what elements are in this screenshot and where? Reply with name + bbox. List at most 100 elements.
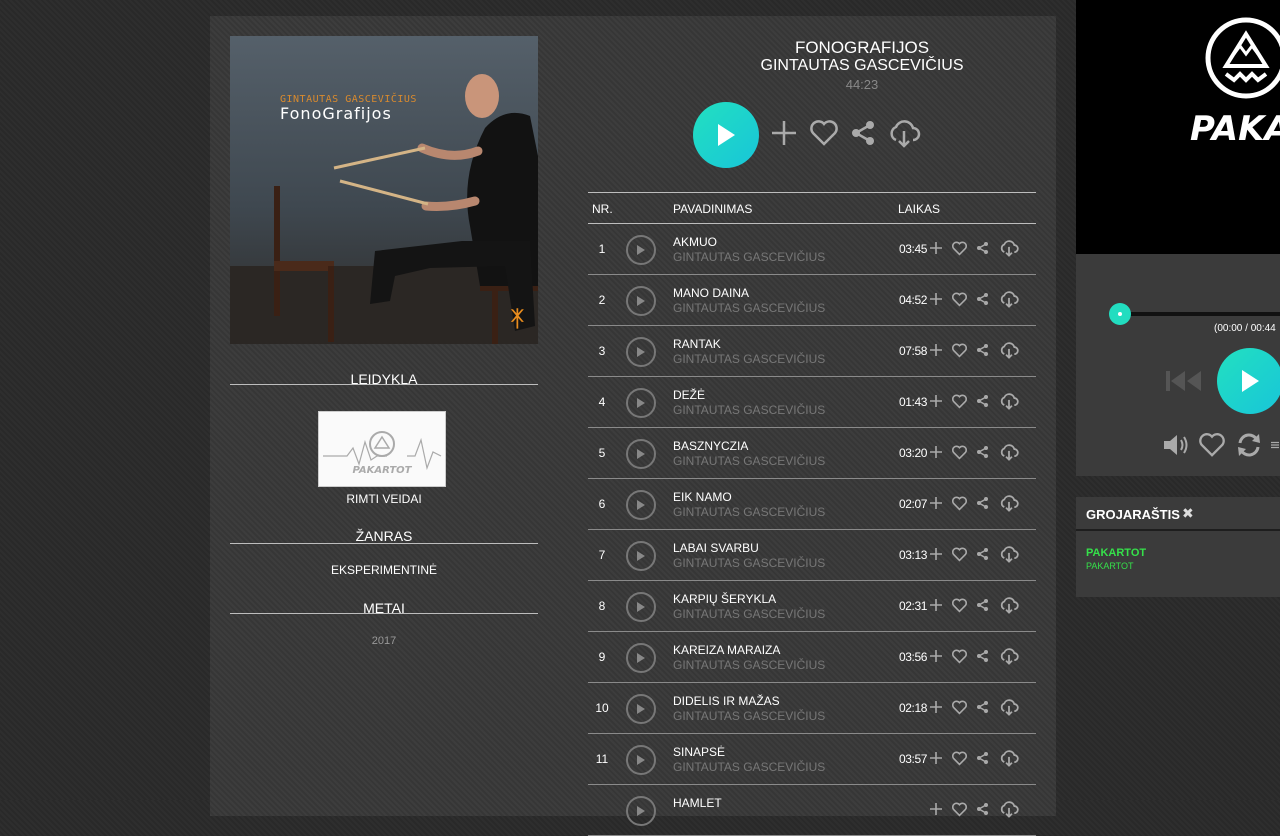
seek-handle[interactable]	[1109, 303, 1131, 325]
repeat-button[interactable]	[1234, 431, 1264, 459]
track-title[interactable]: DEŽĖ	[673, 388, 705, 402]
track-like-button[interactable]	[949, 493, 969, 513]
table-row[interactable]: 11 SINAPSĖ GINTAUTAS GASCEVIČIUS 03:57	[588, 734, 1036, 785]
track-play-button[interactable]	[626, 286, 656, 316]
playlist-item-title[interactable]: PAKARTOT	[1086, 547, 1146, 559]
track-artist[interactable]: GINTAUTAS GASCEVIČIUS	[673, 607, 825, 621]
track-add-button[interactable]	[926, 544, 946, 564]
track-artist[interactable]: GINTAUTAS GASCEVIČIUS	[673, 250, 825, 264]
album-add-button[interactable]	[767, 116, 801, 150]
table-row[interactable]: 4 DEŽĖ GINTAUTAS GASCEVIČIUS 01:43	[588, 377, 1036, 428]
track-like-button[interactable]	[949, 544, 969, 564]
track-play-button[interactable]	[626, 745, 656, 775]
track-play-button[interactable]	[626, 694, 656, 724]
track-share-button[interactable]	[973, 646, 993, 666]
track-artist[interactable]: GINTAUTAS GASCEVIČIUS	[673, 454, 825, 468]
track-download-button[interactable]	[999, 697, 1019, 717]
track-add-button[interactable]	[926, 748, 946, 768]
brand-logo[interactable]: PAKARTOT	[1076, 0, 1280, 254]
track-like-button[interactable]	[949, 799, 969, 819]
track-title[interactable]: EIK NAMO	[673, 490, 732, 504]
track-add-button[interactable]	[926, 340, 946, 360]
track-artist[interactable]: GINTAUTAS GASCEVIČIUS	[673, 352, 825, 366]
label-name[interactable]: RIMTI VEIDAI	[230, 492, 538, 506]
track-share-button[interactable]	[973, 544, 993, 564]
track-artist[interactable]: GINTAUTAS GASCEVIČIUS	[673, 709, 825, 723]
track-add-button[interactable]	[926, 799, 946, 819]
track-title[interactable]: DIDELIS IR MAŽAS	[673, 694, 780, 708]
track-title[interactable]: BASZNYCZIA	[673, 439, 748, 453]
table-row[interactable]: 2 MANO DAINA GINTAUTAS GASCEVIČIUS 04:52	[588, 275, 1036, 326]
player-like-button[interactable]	[1197, 431, 1227, 459]
track-add-button[interactable]	[926, 697, 946, 717]
track-artist[interactable]: GINTAUTAS GASCEVIČIUS	[673, 403, 825, 417]
track-download-button[interactable]	[999, 289, 1019, 309]
track-add-button[interactable]	[926, 238, 946, 258]
track-download-button[interactable]	[999, 748, 1019, 768]
track-share-button[interactable]	[973, 748, 993, 768]
track-add-button[interactable]	[926, 289, 946, 309]
track-like-button[interactable]	[949, 646, 969, 666]
track-play-button[interactable]	[626, 439, 656, 469]
track-play-button[interactable]	[626, 337, 656, 367]
player-play-button[interactable]	[1217, 348, 1280, 414]
track-share-button[interactable]	[973, 391, 993, 411]
track-play-button[interactable]	[626, 388, 656, 418]
album-play-button[interactable]	[693, 102, 759, 168]
volume-button[interactable]	[1162, 431, 1190, 459]
seek-track[interactable]	[1120, 312, 1280, 316]
previous-button[interactable]	[1164, 366, 1204, 396]
track-artist[interactable]: GINTAUTAS GASCEVIČIUS	[673, 505, 825, 519]
track-like-button[interactable]	[949, 289, 969, 309]
track-share-button[interactable]	[973, 799, 993, 819]
track-artist[interactable]: GINTAUTAS GASCEVIČIUS	[673, 556, 825, 570]
track-like-button[interactable]	[949, 595, 969, 615]
track-like-button[interactable]	[949, 391, 969, 411]
table-row[interactable]: 10 DIDELIS IR MAŽAS GINTAUTAS GASCEVIČIUS 0…	[588, 683, 1036, 734]
track-play-button[interactable]	[626, 643, 656, 673]
table-row[interactable]: 3 RANTAK GINTAUTAS GASCEVIČIUS 07:58	[588, 326, 1036, 377]
track-add-button[interactable]	[926, 391, 946, 411]
track-title[interactable]: MANO DAINA	[673, 286, 749, 300]
track-like-button[interactable]	[949, 442, 969, 462]
track-play-button[interactable]	[626, 796, 656, 826]
track-download-button[interactable]	[999, 238, 1019, 258]
genre-value[interactable]: EKSPERIMENTINĖ	[230, 563, 538, 577]
track-download-button[interactable]	[999, 442, 1019, 462]
table-row[interactable]: 5 BASZNYCZIA GINTAUTAS GASCEVIČIUS 03:20	[588, 428, 1036, 479]
track-add-button[interactable]	[926, 442, 946, 462]
track-share-button[interactable]	[973, 697, 993, 717]
track-title[interactable]: HAMLET	[673, 796, 722, 810]
track-share-button[interactable]	[973, 595, 993, 615]
track-download-button[interactable]	[999, 799, 1019, 819]
close-icon[interactable]: ✖	[1182, 505, 1194, 522]
table-row[interactable]: 1 AKMUO GINTAUTAS GASCEVIČIUS 03:45	[588, 224, 1036, 275]
track-like-button[interactable]	[949, 238, 969, 258]
track-artist[interactable]: GINTAUTAS GASCEVIČIUS	[673, 658, 825, 672]
track-title[interactable]: KARPIŲ ŠERYKLA	[673, 592, 776, 606]
track-download-button[interactable]	[999, 340, 1019, 360]
album-cover[interactable]: GINTAUTAS GASCEVIČIUS FonoGrafijos ᛡ	[230, 36, 538, 344]
track-play-button[interactable]	[626, 592, 656, 622]
track-add-button[interactable]	[926, 595, 946, 615]
track-share-button[interactable]	[973, 238, 993, 258]
track-artist[interactable]: GINTAUTAS GASCEVIČIUS	[673, 760, 825, 774]
playlist-toggle-button[interactable]	[1270, 434, 1280, 456]
table-row[interactable]: 6 EIK NAMO GINTAUTAS GASCEVIČIUS 02:07	[588, 479, 1036, 530]
track-download-button[interactable]	[999, 646, 1019, 666]
track-like-button[interactable]	[949, 340, 969, 360]
track-add-button[interactable]	[926, 493, 946, 513]
track-play-button[interactable]	[626, 541, 656, 571]
track-title[interactable]: AKMUO	[673, 235, 717, 249]
track-title[interactable]: SINAPSĖ	[673, 745, 725, 759]
track-download-button[interactable]	[999, 595, 1019, 615]
table-row[interactable]: HAMLET	[588, 785, 1036, 836]
table-row[interactable]: 7 LABAI SVARBU GINTAUTAS GASCEVIČIUS 03:13	[588, 530, 1036, 581]
table-row[interactable]: 8 KARPIŲ ŠERYKLA GINTAUTAS GASCEVIČIUS 02:3…	[588, 581, 1036, 632]
track-title[interactable]: LABAI SVARBU	[673, 541, 759, 555]
table-row[interactable]: 9 KAREIZA MARAIZA GINTAUTAS GASCEVIČIUS 03:…	[588, 632, 1036, 683]
track-share-button[interactable]	[973, 340, 993, 360]
track-like-button[interactable]	[949, 697, 969, 717]
track-artist[interactable]: GINTAUTAS GASCEVIČIUS	[673, 301, 825, 315]
album-like-button[interactable]	[807, 116, 841, 150]
